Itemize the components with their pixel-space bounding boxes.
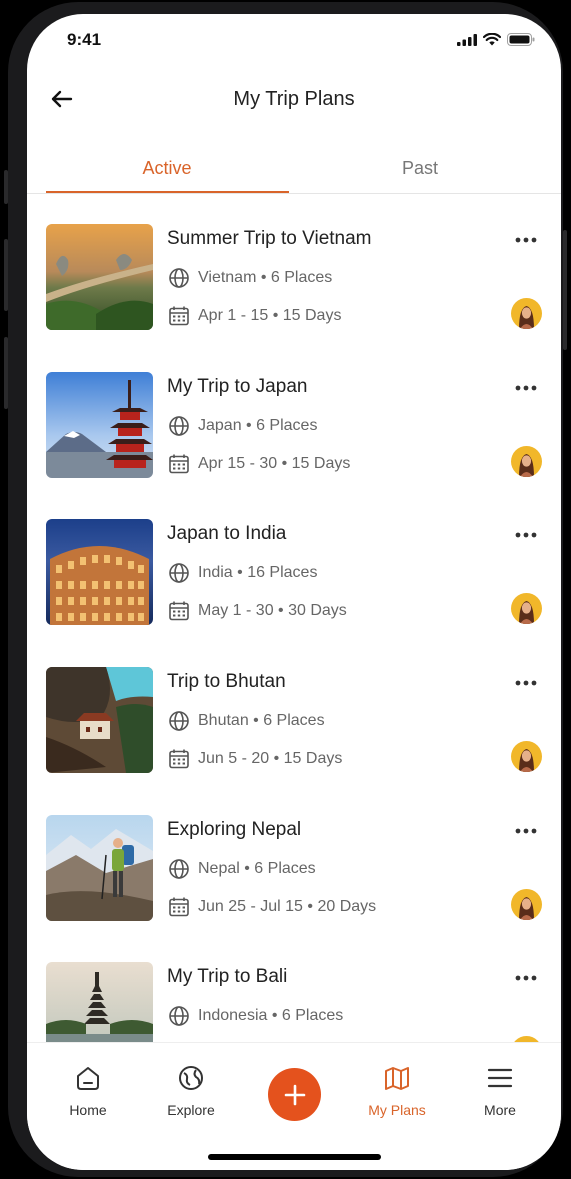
trip-location-row: Vietnam • 6 Places: [168, 267, 332, 289]
calendar-icon: [169, 897, 189, 917]
nav-label: More: [484, 1102, 516, 1118]
trip-thumbnail: [46, 962, 153, 1042]
tab-bar: Active Past: [27, 154, 561, 194]
trip-title: My Trip to Japan: [167, 376, 308, 397]
screen: 9:41 My Trip Plans Active Past Summer Tr…: [27, 14, 561, 1170]
trip-dates-row: Apr 15 - 30 • 15 Days: [168, 453, 350, 475]
globe-icon: [169, 1006, 189, 1026]
trip-title: Exploring Nepal: [167, 819, 302, 840]
explore-icon: [179, 1066, 203, 1090]
trip-card[interactable]: Summer Trip to Vietnam Vietnam • 6 Place…: [27, 194, 561, 342]
trip-title: Japan to India: [167, 523, 287, 544]
more-options-icon[interactable]: [515, 821, 537, 839]
trip-list: Summer Trip to Vietnam Vietnam • 6 Place…: [27, 194, 561, 1042]
trip-dates: May 1 - 30 • 30 Days: [198, 602, 347, 619]
add-trip-button[interactable]: [268, 1068, 321, 1121]
globe-icon: [169, 859, 189, 879]
trip-card[interactable]: Exploring Nepal Nepal • 6 Places Jun 25 …: [27, 785, 561, 933]
calendar-icon: [169, 306, 189, 326]
trip-card[interactable]: Trip to Bhutan Bhutan • 6 Places Jun 5 -…: [27, 637, 561, 785]
trip-dates-row: Jun 5 - 20 • 15 Days: [168, 748, 342, 770]
trip-dates: Apr 15 - 30 • 15 Days: [198, 455, 351, 472]
trip-location: India • 16 Places: [198, 564, 318, 581]
power-button: [563, 230, 567, 350]
phone-frame: 9:41 My Trip Plans Active Past Summer Tr…: [4, 2, 567, 1177]
globe-icon: [169, 711, 189, 731]
trip-title: Summer Trip to Vietnam: [167, 228, 372, 249]
home-icon: [77, 1067, 99, 1090]
trip-location: Nepal • 6 Places: [198, 860, 316, 877]
trip-thumbnail: [46, 667, 153, 773]
status-time: 9:41: [67, 30, 102, 49]
trip-thumbnail: [46, 815, 153, 921]
status-bar: 9:41: [27, 14, 561, 66]
more-options-icon[interactable]: [515, 230, 537, 248]
avatar[interactable]: [511, 298, 542, 329]
trip-title: Trip to Bhutan: [167, 671, 286, 692]
trip-thumbnail: [46, 372, 153, 478]
signal-icon: [457, 33, 477, 46]
calendar-icon: [169, 749, 189, 769]
trip-location: Vietnam • 6 Places: [198, 269, 333, 286]
trip-title: My Trip to Bali: [167, 966, 288, 987]
nav-home[interactable]: Home: [48, 1063, 128, 1118]
volume-down-button: [4, 337, 8, 409]
tab-indicator: [46, 191, 289, 193]
volume-up-button: [4, 239, 8, 311]
nav-label: My Plans: [368, 1102, 426, 1118]
bottom-nav: Home Explore My Plans More: [27, 1042, 561, 1170]
trip-location-row: Indonesia • 6 Places: [168, 1005, 343, 1027]
trip-dates: Jun 25 - Jul 15 • 20 Days: [198, 898, 377, 915]
trip-location-row: India • 16 Places: [168, 562, 317, 584]
trip-dates: Jun 5 - 20 • 15 Days: [198, 750, 343, 767]
globe-icon: [169, 416, 189, 436]
menu-icon: [487, 1068, 513, 1088]
globe-icon: [169, 268, 189, 288]
trip-card[interactable]: My Trip to Bali Indonesia • 6 Places: [27, 932, 561, 1042]
trip-location: Indonesia • 6 Places: [198, 1007, 344, 1024]
nav-explore[interactable]: Explore: [151, 1063, 231, 1118]
status-icons: [457, 33, 535, 46]
more-options-icon[interactable]: [515, 673, 537, 691]
trip-location-row: Nepal • 6 Places: [168, 858, 316, 880]
map-icon: [385, 1067, 409, 1090]
tab-past[interactable]: Past: [320, 158, 520, 179]
tab-active[interactable]: Active: [67, 158, 267, 179]
avatar[interactable]: [511, 889, 542, 920]
avatar[interactable]: [511, 593, 542, 624]
avatar[interactable]: [511, 741, 542, 772]
nav-label: Explore: [167, 1102, 215, 1118]
calendar-icon: [169, 454, 189, 474]
home-indicator: [208, 1154, 381, 1160]
trip-thumbnail: [46, 519, 153, 625]
battery-icon: [507, 33, 535, 46]
plus-icon: [284, 1084, 305, 1105]
page-title: My Trip Plans: [233, 88, 355, 110]
trip-dates-row: Apr 1 - 15 • 15 Days: [168, 305, 341, 327]
calendar-icon: [169, 601, 189, 621]
mute-switch: [4, 170, 8, 204]
nav-more[interactable]: More: [460, 1063, 540, 1118]
avatar[interactable]: [511, 446, 542, 477]
trip-dates: Apr 1 - 15 • 15 Days: [198, 307, 342, 324]
trip-location: Japan • 6 Places: [198, 417, 318, 434]
trip-card[interactable]: Japan to India India • 16 Places May 1 -…: [27, 489, 561, 637]
trip-dates-row: May 1 - 30 • 30 Days: [168, 600, 347, 622]
header: My Trip Plans: [27, 76, 561, 122]
trip-location-row: Japan • 6 Places: [168, 415, 317, 437]
more-options-icon[interactable]: [515, 968, 537, 986]
nav-label: Home: [69, 1102, 107, 1118]
trip-location-row: Bhutan • 6 Places: [168, 710, 325, 732]
trip-location: Bhutan • 6 Places: [198, 712, 325, 729]
trip-thumbnail: [46, 224, 153, 330]
wifi-icon: [483, 33, 501, 46]
globe-icon: [169, 563, 189, 583]
more-options-icon[interactable]: [515, 378, 537, 396]
more-options-icon[interactable]: [515, 525, 537, 543]
trip-dates-row: Jun 25 - Jul 15 • 20 Days: [168, 896, 376, 918]
nav-my-plans[interactable]: My Plans: [357, 1063, 437, 1118]
trip-card[interactable]: My Trip to Japan Japan • 6 Places Apr 15…: [27, 342, 561, 490]
